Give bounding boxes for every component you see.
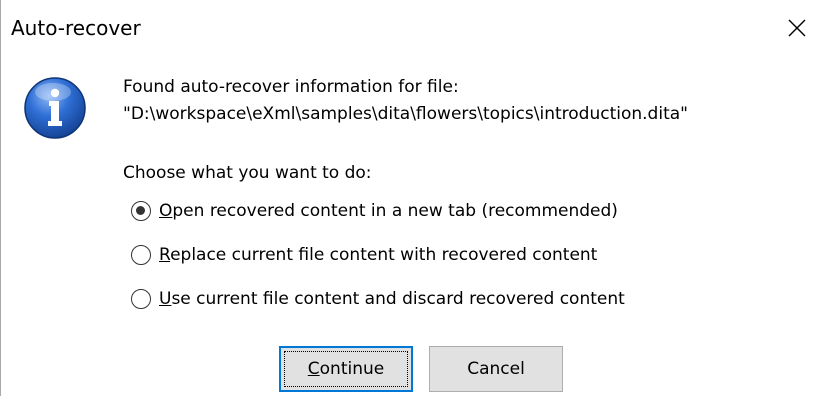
mnemonic-r: R xyxy=(159,245,171,265)
info-icon xyxy=(23,76,87,140)
cancel-button[interactable]: Cancel xyxy=(429,346,563,392)
radio-label-open-in-new-tab: Open recovered content in a new tab (rec… xyxy=(159,200,618,222)
close-icon xyxy=(788,19,806,37)
cancel-label: Cancel xyxy=(467,359,525,379)
radio-use-current-content[interactable]: Use current file content and discard rec… xyxy=(131,284,625,314)
radio-open-in-new-tab[interactable]: Open recovered content in a new tab (rec… xyxy=(131,196,618,226)
question-label: Choose what you want to do: xyxy=(123,163,372,183)
radio-replace-content[interactable]: Replace current file content with recove… xyxy=(131,240,597,270)
radio-label-replace-content: Replace current file content with recove… xyxy=(159,244,597,266)
auto-recover-dialog: Auto-recover Found auto-recover informat… xyxy=(0,0,816,396)
dialog-title: Auto-recover xyxy=(11,16,141,40)
continue-button[interactable]: Continue xyxy=(279,346,413,392)
radio-selected-dot xyxy=(136,206,145,215)
message-line-1: Found auto-recover information for file: xyxy=(123,77,459,97)
radio-button[interactable] xyxy=(131,245,151,265)
message-file-path: "D:\workspace\eXml\samples\dita\flowers\… xyxy=(123,104,688,124)
label-text: se current file content and discard reco… xyxy=(171,289,625,309)
mnemonic-o: O xyxy=(159,201,173,221)
radio-button-selected[interactable] xyxy=(131,201,151,221)
radio-label-use-current-content: Use current file content and discard rec… xyxy=(159,288,625,310)
label-text: pen recovered content in a new tab (reco… xyxy=(172,201,618,221)
radio-button[interactable] xyxy=(131,289,151,309)
label-text: eplace current file content with recover… xyxy=(170,245,598,265)
focus-ring xyxy=(284,351,408,387)
mnemonic-u: U xyxy=(159,289,172,309)
close-button[interactable] xyxy=(779,10,815,46)
